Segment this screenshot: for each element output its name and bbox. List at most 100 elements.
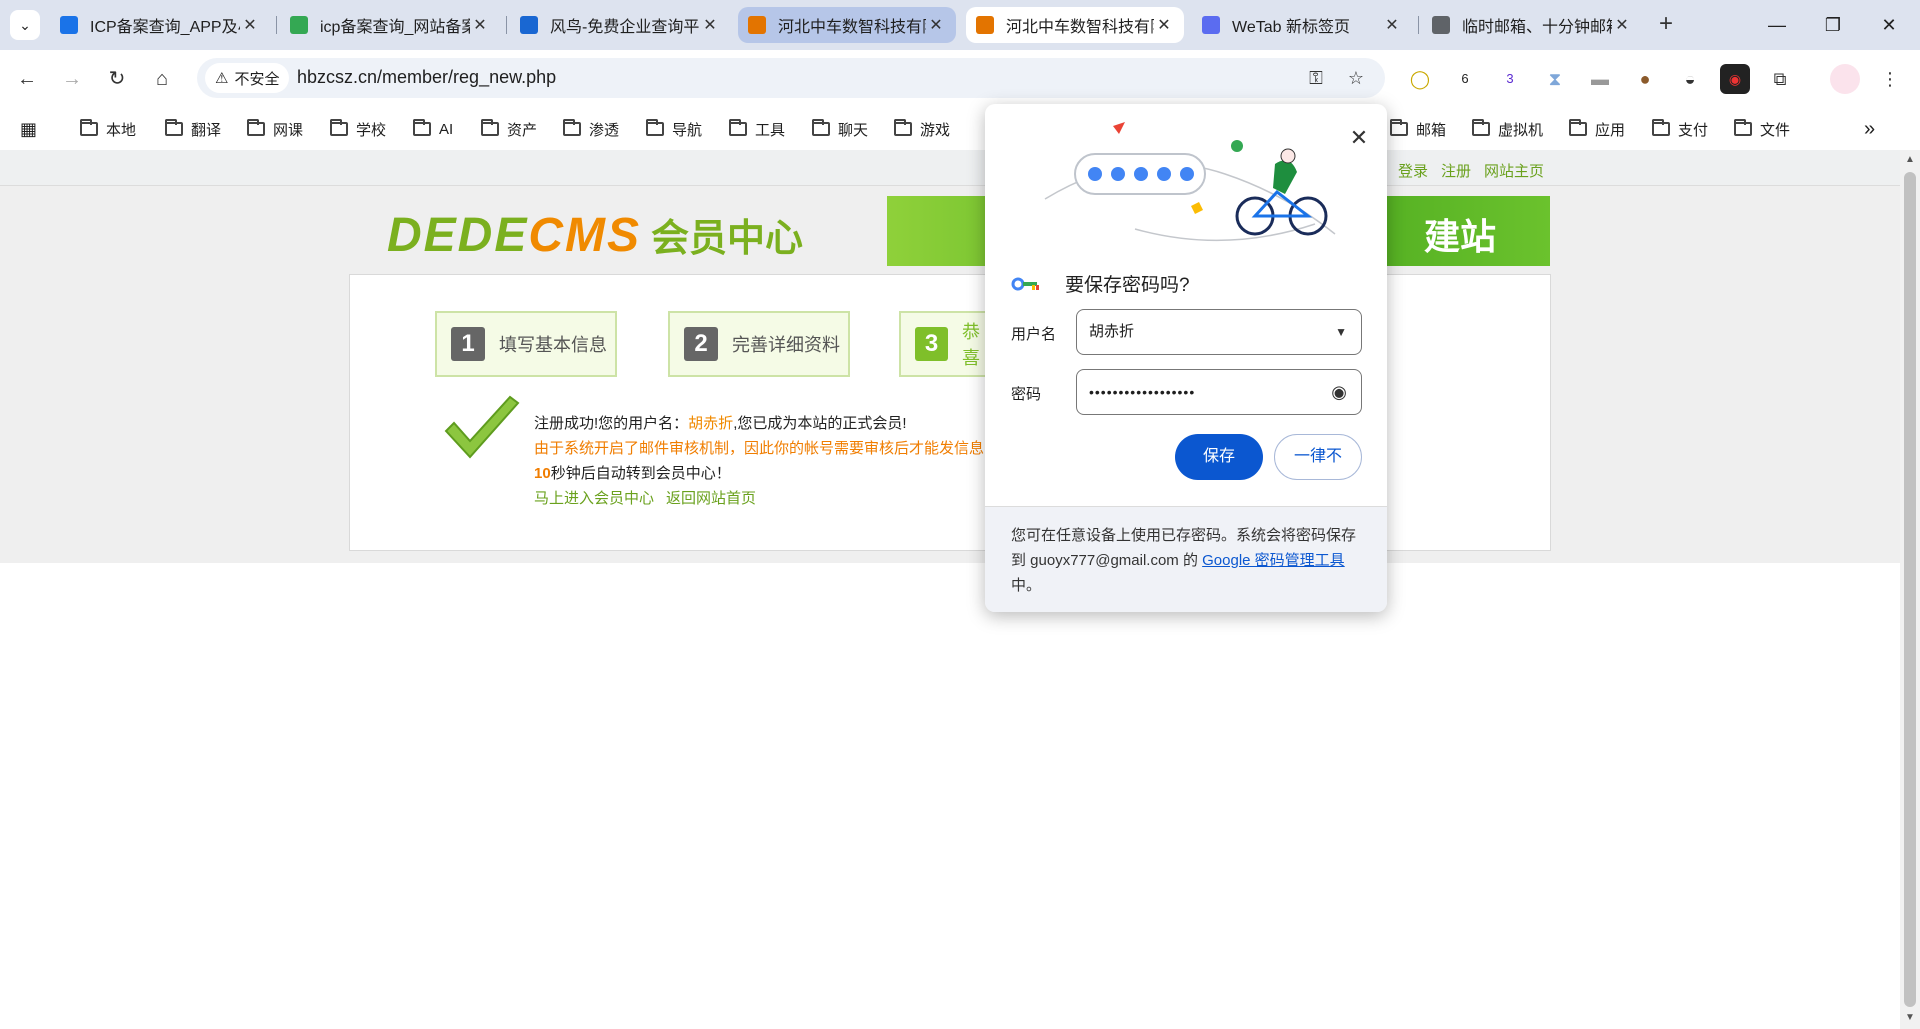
redirect-text: 秒钟后自动转到会员中心！: [550, 465, 731, 482]
extension-hat-icon[interactable]: 3: [1495, 64, 1525, 94]
success-message: 注册成功!您的用户名：胡赤折,您已成为本站的正式会员!: [534, 412, 907, 433]
extension-cookie-icon[interactable]: ●: [1630, 64, 1660, 94]
bookmark-folder[interactable]: 翻译: [165, 116, 221, 142]
bookmark-folder[interactable]: 网课: [247, 116, 303, 142]
security-chip[interactable]: ⚠ 不安全: [205, 63, 290, 93]
bookmark-label: 文件: [1760, 121, 1791, 139]
tab-close-icon[interactable]: ✕: [700, 15, 720, 35]
folder-icon: [1734, 119, 1752, 136]
badge-count: 6: [1461, 71, 1469, 86]
tab-7[interactable]: 临时邮箱、十分钟邮箱 ✕: [1422, 7, 1642, 43]
home-link[interactable]: 返回网站首页: [666, 490, 756, 507]
bookmark-folder[interactable]: 聊天: [812, 116, 868, 142]
tab-title: 风鸟-免费企业查询平: [550, 19, 700, 36]
tab-search-button[interactable]: ⌄: [10, 10, 40, 40]
reload-icon: ↻: [108, 68, 126, 90]
extensions-puzzle-icon[interactable]: ⧉: [1765, 64, 1795, 94]
address-bar[interactable]: ⚠ 不安全 hbzcsz.cn/member/reg_new.php ⚿ ☆: [197, 58, 1385, 98]
register-link[interactable]: 注册: [1441, 160, 1471, 181]
window-close-button[interactable]: ✕: [1864, 8, 1914, 42]
bookmark-label: 网课: [273, 121, 304, 139]
extension-bar-icon[interactable]: ▬: [1585, 64, 1615, 94]
extension-panda-icon[interactable]: 6: [1450, 64, 1480, 94]
tab-3[interactable]: 风鸟-免费企业查询平 ✕: [510, 7, 730, 43]
tab-2[interactable]: icp备案查询_网站备案 ✕: [280, 7, 500, 43]
reload-button[interactable]: ↻: [100, 62, 134, 96]
bookmark-folder[interactable]: 学校: [330, 116, 386, 142]
bookmark-folder[interactable]: AI: [413, 116, 453, 142]
tab-6[interactable]: WeTab 新标签页 ✕: [1192, 7, 1412, 43]
bookmark-folder[interactable]: 邮箱: [1390, 116, 1446, 142]
eye-icon[interactable]: ◉: [1331, 370, 1347, 414]
home-button[interactable]: ⌂: [145, 62, 179, 96]
apps-grid-icon[interactable]: ▦: [20, 116, 37, 142]
bookmark-folder[interactable]: 导航: [646, 116, 702, 142]
step-3: 3 恭喜: [899, 311, 999, 377]
save-button[interactable]: 保存: [1175, 434, 1263, 480]
bookmark-folder[interactable]: 应用: [1569, 116, 1625, 142]
password-manager-link[interactable]: Google 密码管理工具: [1202, 552, 1345, 569]
bookmark-label: 资产: [507, 121, 538, 139]
countdown: 10: [534, 465, 551, 482]
bookmark-folder[interactable]: 渗透: [563, 116, 619, 142]
step-1: 1 填写基本信息: [435, 311, 617, 377]
extension-ring-icon[interactable]: ◯: [1405, 64, 1435, 94]
success-check-icon: [444, 395, 520, 459]
login-link[interactable]: 登录: [1398, 160, 1428, 181]
bookmark-folder[interactable]: 游戏: [894, 116, 950, 142]
site-home-link[interactable]: 网站主页: [1484, 160, 1544, 181]
tab-close-icon[interactable]: ✕: [1154, 15, 1174, 35]
tab-title: ICP备案查询_APP及小: [90, 19, 240, 36]
profile-avatar[interactable]: [1830, 64, 1860, 94]
tab-1[interactable]: ICP备案查询_APP及小 ✕: [50, 7, 270, 43]
back-button[interactable]: ←: [10, 62, 44, 96]
extension-red-icon[interactable]: ◉: [1720, 64, 1750, 94]
password-field[interactable]: •••••••••••••••••• ◉: [1076, 369, 1362, 415]
tab-title: WeTab 新标签页: [1232, 19, 1350, 36]
tab-4[interactable]: 河北中车数智科技有限 ✕: [738, 7, 956, 43]
bookmark-star-icon[interactable]: ☆: [1343, 66, 1369, 90]
key-icon[interactable]: ⚿: [1303, 66, 1329, 90]
more-bookmarks-icon[interactable]: »: [1864, 116, 1875, 142]
tab-close-icon[interactable]: ✕: [926, 15, 946, 35]
username-value: 胡赤折: [1089, 323, 1135, 340]
tab-close-icon[interactable]: ✕: [1612, 15, 1632, 35]
restore-button[interactable]: ❐: [1808, 8, 1858, 42]
forward-button[interactable]: →: [55, 62, 89, 96]
scroll-thumb[interactable]: [1904, 172, 1916, 1007]
bookmark-label: 支付: [1678, 121, 1709, 139]
close-icon[interactable]: ✕: [1347, 126, 1371, 150]
extension-hat-spy-icon[interactable]: ◒: [1675, 64, 1705, 94]
password-label: 密码: [1011, 386, 1042, 403]
bookmark-label: 虚拟机: [1498, 121, 1544, 139]
page-scrollbar[interactable]: ▲ ▼: [1900, 150, 1920, 1029]
home-icon: ⌂: [155, 68, 169, 90]
tab-5-active[interactable]: 河北中车数智科技有限 ✕: [966, 7, 1184, 43]
bookmark-folder[interactable]: 文件: [1734, 116, 1790, 142]
arrow-left-icon: ←: [17, 68, 37, 90]
username-select[interactable]: 胡赤折 ▼: [1076, 309, 1362, 355]
menu-kebab-icon[interactable]: ⋮: [1875, 64, 1905, 94]
minimize-button[interactable]: —: [1752, 8, 1802, 42]
dropdown-arrow-icon: ▼: [1335, 325, 1347, 339]
bookmark-folder[interactable]: 本地: [80, 116, 136, 142]
bookmark-folder[interactable]: 资产: [481, 116, 537, 142]
bookmark-folder[interactable]: 虚拟机: [1472, 116, 1543, 142]
member-center-link[interactable]: 马上进入会员中心: [534, 490, 654, 507]
password-value: ••••••••••••••••••: [1089, 384, 1196, 400]
bookmark-folder[interactable]: 工具: [729, 116, 785, 142]
url-text[interactable]: hbzcsz.cn/member/reg_new.php: [297, 67, 556, 88]
folder-icon: [1472, 119, 1490, 136]
scroll-down-icon[interactable]: ▼: [1904, 1012, 1916, 1024]
extension-hourglass-icon[interactable]: ⧗: [1540, 64, 1570, 94]
bookmark-label: 聊天: [838, 121, 869, 139]
tab-close-icon[interactable]: ✕: [470, 15, 490, 35]
bookmark-folder[interactable]: 支付: [1652, 116, 1708, 142]
new-tab-button[interactable]: +: [1651, 10, 1681, 40]
tab-close-icon[interactable]: ✕: [1382, 15, 1402, 35]
tab-close-icon[interactable]: ✕: [240, 15, 260, 35]
tab-separator: [506, 16, 507, 34]
never-button[interactable]: 一律不: [1274, 434, 1362, 480]
scroll-up-icon[interactable]: ▲: [1904, 154, 1916, 166]
bookmark-label: 渗透: [589, 121, 620, 139]
